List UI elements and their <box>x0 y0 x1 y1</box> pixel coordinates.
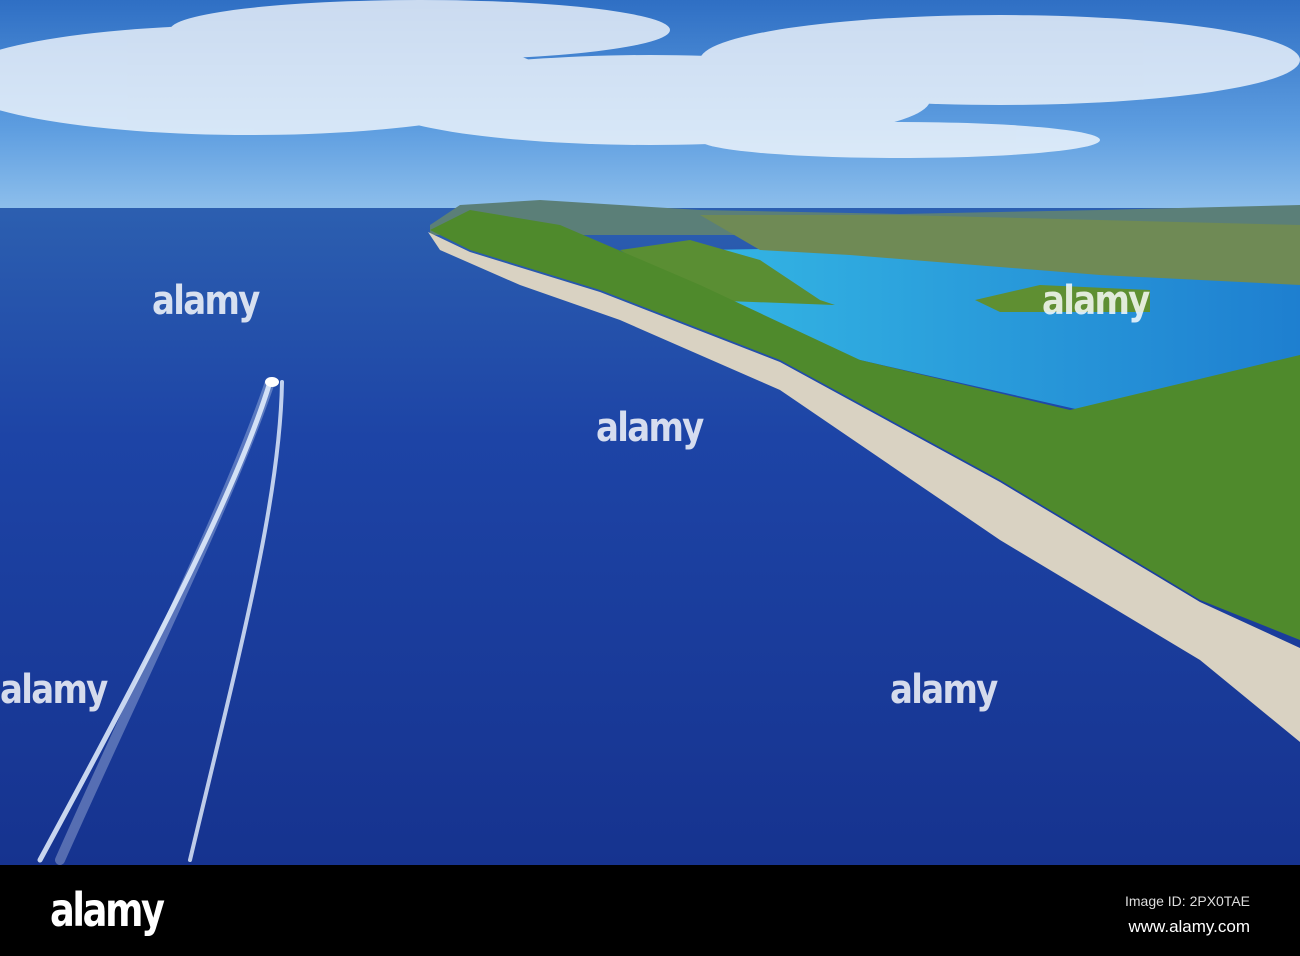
alamy-logo: alamy <box>50 883 165 937</box>
website-url: www.alamy.com <box>1128 917 1250 936</box>
watermark: alamy <box>0 667 108 713</box>
speedboat <box>265 377 279 387</box>
watermark: alamy <box>596 405 704 451</box>
image-id: Image ID: 2PX0TAE <box>1124 893 1250 909</box>
watermark: alamy <box>890 667 998 713</box>
watermark: alamy <box>1042 278 1150 324</box>
stock-photo-page: alamy alamy alamy alamy alamy alamy Imag… <box>0 0 1300 956</box>
watermark: alamy <box>152 278 260 324</box>
footer-bar: alamy Image ID: 2PX0TAE www.alamy.com <box>0 865 1300 956</box>
aerial-photo-coastline: alamy alamy alamy alamy alamy <box>0 0 1300 865</box>
